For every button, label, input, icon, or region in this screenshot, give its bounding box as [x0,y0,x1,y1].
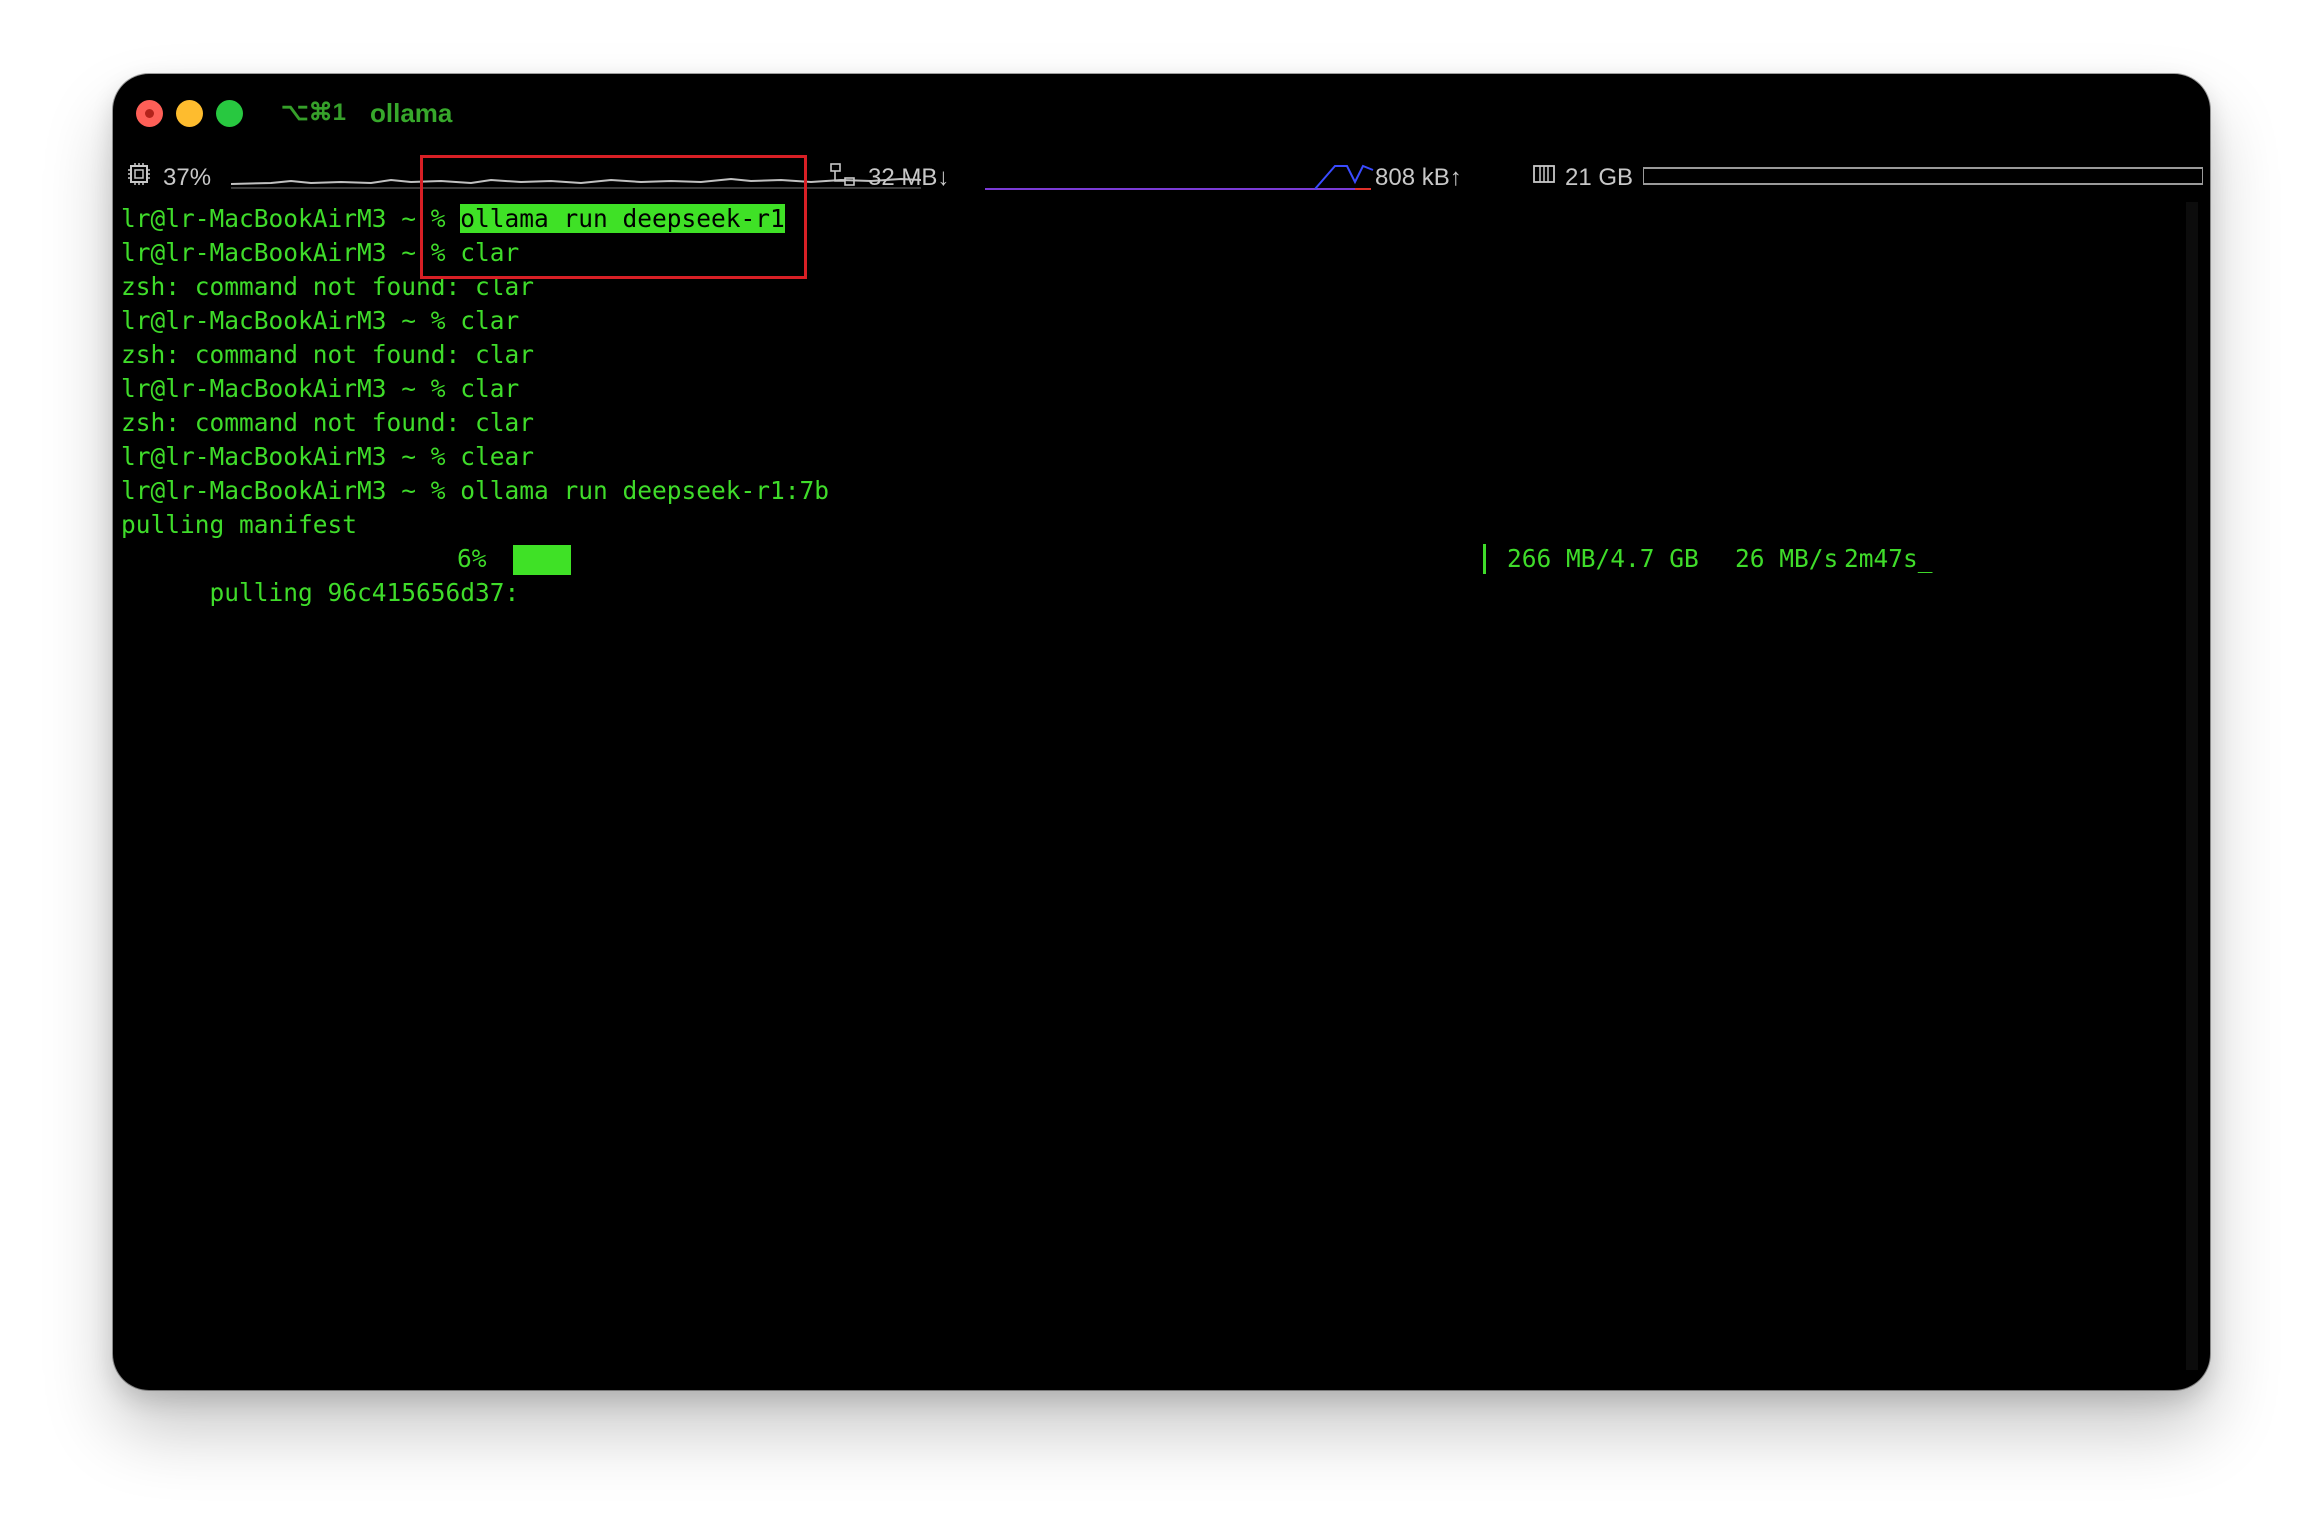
terminal-line: lr@lr-MacBookAirM3 ~ % ollama run deepse… [121,476,830,505]
annotation-highlight-box [420,155,807,279]
download-progress-line: pulling 96c415656d37: 6% 266 MB/4.7 GB 2… [121,542,2182,607]
progress-bar-end [1483,544,1486,574]
memory-usage: 21 GB [1565,164,1634,191]
window-shortcut: ⌥⌘1 [281,99,347,126]
terminal-line: lr@lr-MacBookAirM3 ~ % clear [121,442,535,471]
title-bar[interactable]: ⌥⌘1 ollama [113,74,2210,154]
terminal-cursor: _ [1917,544,1933,573]
memory-icon [1533,165,1555,183]
progress-bar-fill [513,545,571,575]
scrollbar[interactable] [2186,202,2198,1370]
network-download: 32 MB↓ [868,164,950,191]
terminal-output[interactable]: lr@lr-MacBookAirM3 ~ % ollama run deepse… [121,202,2182,1370]
terminal-window: ⌥⌘1 ollama 37% 32 MB↓ 808 kB↑ 21 GB lr@l… [113,74,2210,1390]
network-upload: 808 kB↑ [1375,164,1462,191]
close-button[interactable] [136,100,163,127]
network-icon [830,163,855,186]
progress-bar [513,542,1478,576]
progress-label: pulling 96c415656d37: [209,578,520,607]
cpu-usage: 37% [163,164,212,191]
zoom-button[interactable] [216,100,243,127]
cpu-icon [128,163,150,185]
terminal-line: lr@lr-MacBookAirM3 ~ % clar [121,306,520,335]
progress-eta: 2m47s_ [1844,544,1933,573]
terminal-line: lr@lr-MacBookAirM3 ~ % clar [121,374,520,403]
terminal-line: pulling manifest [121,510,358,539]
terminal-line: zsh: command not found: clar [121,340,535,369]
terminal-line: zsh: command not found: clar [121,408,535,437]
progress-speed: 26 MB/s [1735,544,1839,573]
memory-sparkline [1643,167,2203,185]
progress-percent: 6% [457,544,487,573]
progress-size: 266 MB/4.7 GB [1507,544,1699,573]
minimize-button[interactable] [176,100,203,127]
window-title: ollama [370,98,453,128]
